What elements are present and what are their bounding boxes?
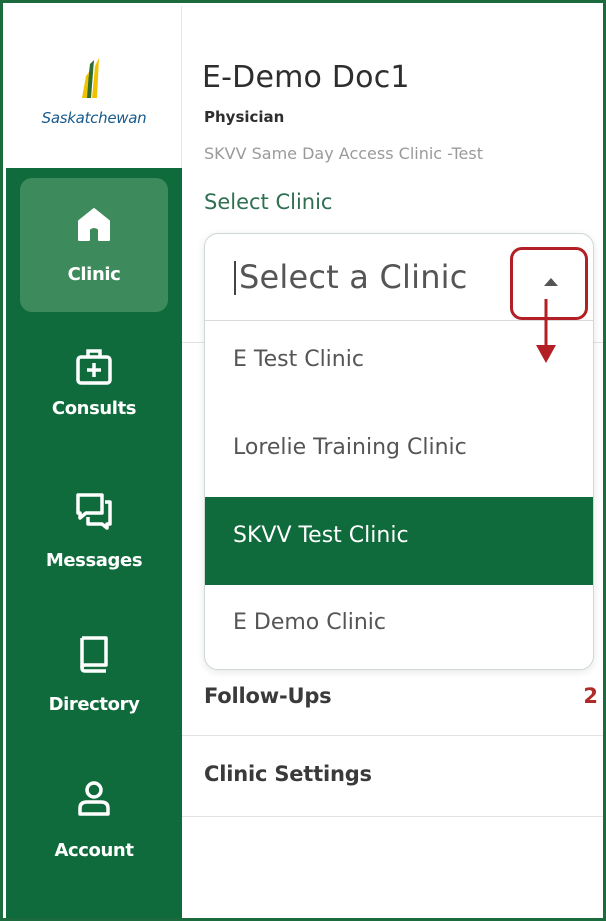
- user-role: Physician: [204, 108, 285, 126]
- annotation-arrow-icon: [536, 299, 556, 363]
- select-clinic-label: Select Clinic: [204, 190, 333, 214]
- chat-icon: [76, 493, 112, 530]
- book-icon: [80, 636, 108, 673]
- user-name: E-Demo Doc1: [202, 60, 410, 95]
- nav-item-directory[interactable]: Directory: [20, 608, 168, 742]
- logo-area: Saskatchewan: [6, 6, 182, 168]
- nav-item-account[interactable]: Account: [20, 752, 168, 886]
- user-icon: [78, 781, 110, 816]
- clinic-option[interactable]: E Demo Clinic: [205, 584, 593, 669]
- nav-label-consults: Consults: [51, 398, 137, 419]
- logo-text: Saskatchewan: [41, 109, 147, 127]
- wheat-logo-icon: [82, 58, 99, 98]
- follow-ups-count-badge: 2: [583, 684, 598, 708]
- app-frame: Saskatchewan Clinic Consults Messages Di…: [0, 0, 606, 921]
- nav-label-clinic: Clinic: [67, 264, 121, 285]
- nav-item-consults[interactable]: Consults: [20, 320, 168, 454]
- divider: [182, 816, 603, 817]
- nav-item-messages[interactable]: Messages: [20, 464, 168, 598]
- clinic-option[interactable]: Lorelie Training Clinic: [205, 409, 593, 497]
- clinic-select-placeholder: Select a Clinic: [239, 258, 468, 296]
- medical-kit-icon: [76, 349, 112, 385]
- nav-label-messages: Messages: [45, 550, 143, 571]
- nav-label-account: Account: [54, 840, 134, 861]
- current-clinic: SKVV Same Day Access Clinic -Test: [204, 144, 483, 163]
- chevron-up-icon: [544, 278, 558, 286]
- divider: [182, 735, 603, 736]
- nav-item-clinic[interactable]: Clinic: [20, 178, 168, 312]
- sidebar: Saskatchewan Clinic Consults Messages Di…: [6, 6, 182, 918]
- text-cursor: [234, 261, 236, 295]
- menu-item-follow-ups[interactable]: Follow-Ups: [204, 684, 332, 708]
- nav-label-directory: Directory: [48, 694, 140, 715]
- home-icon: [78, 208, 110, 241]
- clinic-option-highlighted[interactable]: SKVV Test Clinic: [205, 497, 593, 585]
- main-panel: E-Demo Doc1 Physician SKVV Same Day Acce…: [182, 6, 603, 918]
- menu-item-clinic-settings[interactable]: Clinic Settings: [204, 762, 372, 786]
